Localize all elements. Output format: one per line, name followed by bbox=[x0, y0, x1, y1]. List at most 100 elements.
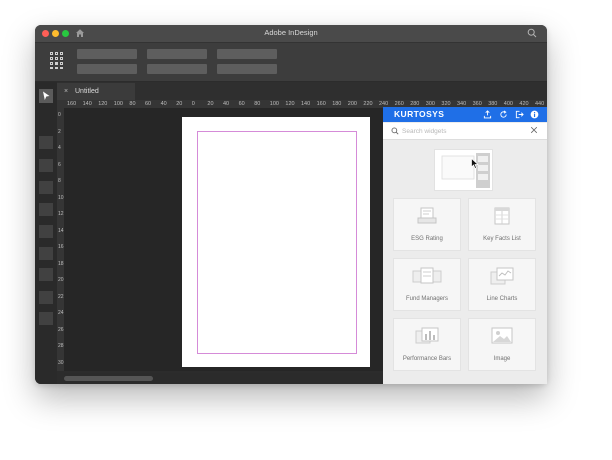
document-tab[interactable]: × Untitled bbox=[57, 83, 135, 100]
title-bar: Adobe InDesign bbox=[35, 25, 547, 43]
ruler-tick-label: 200 bbox=[347, 101, 357, 107]
tool-button[interactable] bbox=[39, 268, 53, 281]
selection-tool[interactable] bbox=[39, 89, 53, 103]
ruler-tick-label: 30 bbox=[58, 359, 64, 366]
widget-key-facts-list[interactable]: Key Facts List bbox=[468, 198, 536, 251]
info-icon[interactable] bbox=[530, 110, 539, 119]
tool-button[interactable] bbox=[39, 225, 53, 238]
control-bar bbox=[35, 43, 547, 81]
widget-label: Key Facts List bbox=[483, 236, 521, 242]
horizontal-scrollbar[interactable] bbox=[64, 373, 383, 384]
ruler-tick-label: 16 bbox=[58, 244, 64, 250]
esg-rating-icon bbox=[417, 207, 437, 224]
tool-button[interactable] bbox=[39, 136, 53, 149]
ruler-tick-label: 120 bbox=[98, 101, 108, 107]
ruler-tick-label: 160 bbox=[67, 101, 77, 107]
widget-image[interactable]: Image bbox=[468, 318, 536, 371]
widget-search-input[interactable] bbox=[402, 125, 527, 137]
ruler-tick-label: 0 bbox=[191, 101, 195, 107]
ruler-tick-label: 100 bbox=[269, 101, 279, 107]
ruler-tick-label: 60 bbox=[145, 101, 152, 107]
ruler-tick-label: 20 bbox=[176, 101, 183, 107]
ruler-tick-label: 12 bbox=[58, 211, 64, 217]
ruler-tick-label: 24 bbox=[58, 310, 64, 316]
tool-button[interactable] bbox=[39, 159, 53, 172]
drag-preview-thumbnail bbox=[434, 149, 493, 191]
upload-icon[interactable] bbox=[483, 110, 492, 119]
line-chart-icon bbox=[490, 267, 514, 285]
reference-point-grid-icon[interactable] bbox=[50, 52, 64, 70]
tools-panel bbox=[35, 82, 57, 384]
scrollbar-thumb[interactable] bbox=[64, 376, 153, 381]
ruler-tick-label: 40 bbox=[160, 101, 167, 107]
ruler-tick-label: 220 bbox=[363, 101, 373, 107]
performance-bars-icon bbox=[415, 327, 439, 344]
document-tab-label: Untitled bbox=[75, 88, 99, 95]
ruler-tick-label: 14 bbox=[58, 227, 64, 234]
layout-preview-icon bbox=[441, 153, 490, 188]
clear-search-icon[interactable] bbox=[530, 126, 538, 134]
widget-esg-rating[interactable]: ESG Rating bbox=[393, 198, 461, 251]
widget-label: ESG Rating bbox=[411, 236, 443, 242]
document-tab-strip: × Untitled bbox=[35, 82, 547, 100]
tool-button[interactable] bbox=[39, 203, 53, 216]
ruler-tick-label: 120 bbox=[285, 101, 295, 107]
ruler-tick-label: 180 bbox=[332, 101, 342, 107]
tool-button[interactable] bbox=[39, 247, 53, 260]
ruler-tick-label: 4 bbox=[58, 145, 61, 151]
ruler-tick-label: 28 bbox=[58, 343, 64, 349]
ruler-tick-label: 60 bbox=[238, 101, 245, 107]
search-icon bbox=[391, 127, 399, 135]
widget-label: Image bbox=[493, 356, 511, 362]
ruler-tick-label: 40 bbox=[223, 101, 230, 107]
refresh-icon[interactable] bbox=[499, 110, 508, 119]
margin-guides bbox=[197, 131, 357, 354]
window-title: Adobe InDesign bbox=[264, 28, 318, 37]
key-facts-icon bbox=[494, 207, 510, 225]
document-page[interactable] bbox=[182, 117, 370, 367]
control-field[interactable] bbox=[147, 49, 207, 59]
ruler-tick-label: 160 bbox=[316, 101, 326, 107]
ruler-tick-label: 20 bbox=[207, 101, 214, 107]
kurtosys-logo: KURTOSYS bbox=[394, 109, 445, 119]
logout-icon[interactable] bbox=[515, 110, 524, 119]
fund-managers-icon bbox=[412, 267, 442, 284]
ruler-tick-label: 100 bbox=[113, 101, 123, 107]
selection-arrow-icon bbox=[43, 91, 50, 100]
widget-line-charts[interactable]: Line Charts bbox=[468, 258, 536, 311]
control-field[interactable] bbox=[147, 64, 207, 74]
image-icon bbox=[491, 327, 513, 344]
ruler-tick-label: 80 bbox=[129, 101, 136, 107]
tool-button[interactable] bbox=[39, 291, 53, 304]
mouse-cursor-icon bbox=[471, 158, 479, 169]
widget-fund-managers[interactable]: Fund Managers bbox=[393, 258, 461, 311]
widget-search-bar bbox=[383, 123, 547, 140]
control-field[interactable] bbox=[77, 64, 137, 74]
ruler-tick-label: 140 bbox=[82, 101, 92, 107]
kurtosys-panel: KURTOSYS Search widgets ESG Rating Key F… bbox=[383, 107, 547, 384]
ruler-tick-label: 8 bbox=[58, 178, 61, 184]
widget-performance-bars[interactable]: Performance Bars bbox=[393, 318, 461, 371]
widget-label: Performance Bars bbox=[402, 356, 452, 362]
control-field[interactable] bbox=[77, 49, 137, 59]
search-icon[interactable] bbox=[527, 28, 537, 38]
close-tab-icon[interactable]: × bbox=[64, 83, 68, 100]
ruler-tick-label: 18 bbox=[58, 260, 64, 267]
ruler-tick-label: 140 bbox=[301, 101, 311, 107]
ruler-tick-label: 0 bbox=[58, 112, 61, 118]
ruler-tick-label: 10 bbox=[58, 194, 64, 201]
kurtosys-header: KURTOSYS bbox=[383, 107, 547, 122]
tool-button[interactable] bbox=[39, 181, 53, 194]
pasteboard[interactable] bbox=[64, 108, 383, 371]
widget-label: Fund Managers bbox=[405, 296, 449, 302]
tool-button[interactable] bbox=[39, 312, 53, 325]
ruler-tick-label: 2 bbox=[58, 128, 61, 135]
ruler-tick-label: 6 bbox=[58, 161, 61, 168]
ruler-tick-label: 20 bbox=[58, 277, 64, 283]
control-field[interactable] bbox=[217, 64, 277, 74]
vertical-ruler: 0 2 4 6 8 10 12 14 16 18 20 22 24 26 28 30 bbox=[57, 108, 64, 371]
ruler-tick-label: 80 bbox=[254, 101, 261, 107]
ruler-tick-label: 26 bbox=[58, 326, 64, 333]
control-field[interactable] bbox=[217, 49, 277, 59]
ruler-tick-label: 22 bbox=[58, 293, 64, 300]
